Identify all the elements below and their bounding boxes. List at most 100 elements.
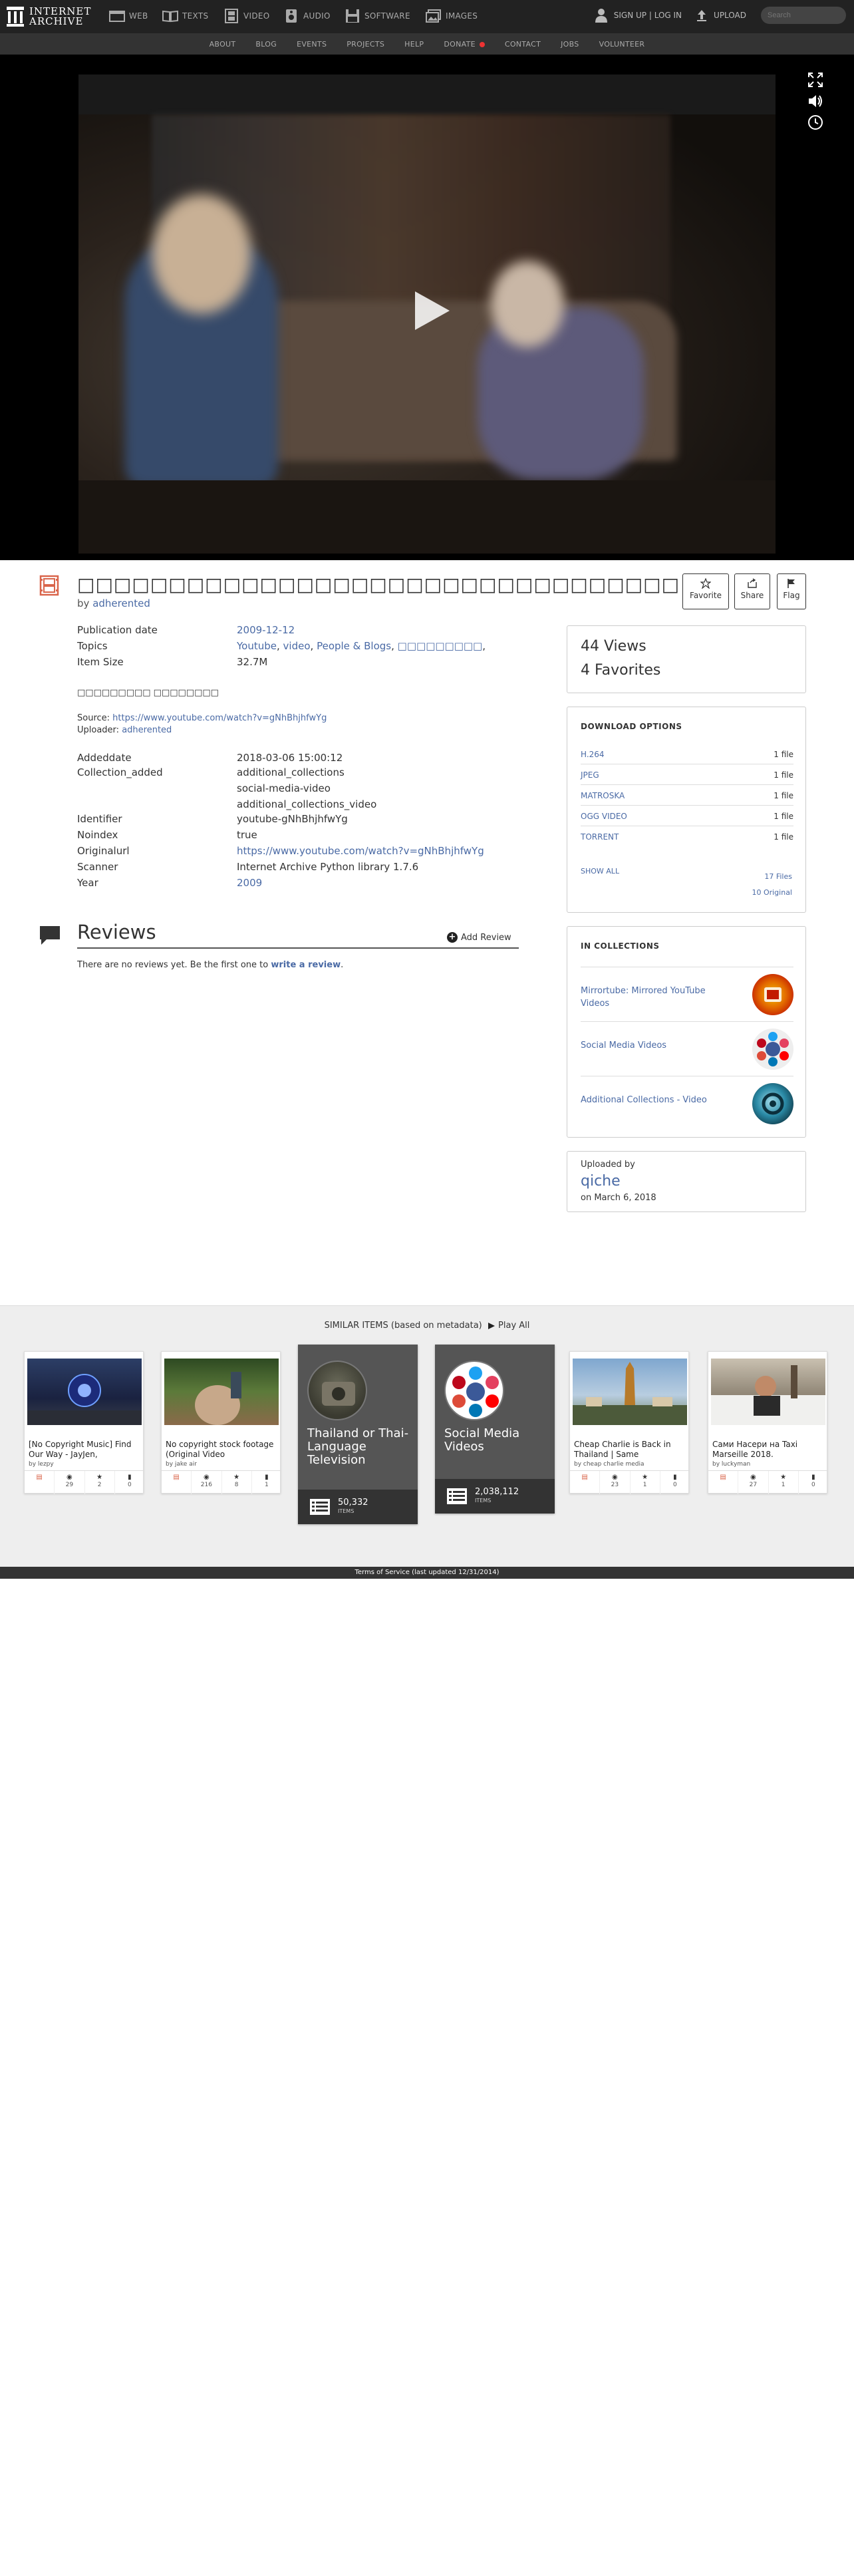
download-row[interactable]: OGG VIDEO 1 file bbox=[581, 806, 793, 826]
download-row[interactable]: MATROSKA 1 file bbox=[581, 786, 793, 806]
nav-video[interactable]: VIDEO bbox=[223, 9, 270, 23]
film-icon: ▤ bbox=[720, 1474, 726, 1481]
subnav-donate[interactable]: DONATE bbox=[444, 40, 485, 49]
reviews-heading: Reviews bbox=[77, 921, 156, 943]
tile-author: by luckyman bbox=[712, 1461, 751, 1468]
in-collections-heading: IN COLLECTIONS bbox=[581, 941, 660, 951]
topic-link[interactable]: video bbox=[283, 640, 311, 652]
subnav-volunteer[interactable]: VOLUNTEER bbox=[599, 40, 645, 49]
volume-icon[interactable] bbox=[807, 93, 823, 109]
nav-texts[interactable]: TEXTS bbox=[162, 9, 208, 23]
play-icon[interactable] bbox=[407, 287, 454, 334]
similar-item-tile[interactable]: [No Copyright Music] Find Our Way - JayJ… bbox=[24, 1351, 144, 1494]
subnav-contact[interactable]: CONTACT bbox=[505, 40, 541, 49]
favorite-button[interactable]: Favorite bbox=[682, 573, 729, 609]
eye-icon: ◉ bbox=[612, 1474, 618, 1481]
share-button[interactable]: Share bbox=[734, 573, 770, 609]
show-all-link[interactable]: SHOW ALL bbox=[581, 867, 619, 876]
collection-thumbnail bbox=[444, 1361, 504, 1420]
floppy-disk-icon bbox=[346, 9, 359, 23]
views-count: 44 Views bbox=[581, 638, 646, 655]
play-all-button[interactable]: Play All bbox=[485, 1321, 529, 1331]
user-icon bbox=[595, 9, 607, 23]
download-options-heading: DOWNLOAD OPTIONS bbox=[581, 722, 682, 731]
speech-bubble-icon bbox=[40, 926, 60, 945]
flag-button[interactable]: Flag bbox=[777, 573, 806, 609]
web-icon bbox=[109, 11, 125, 22]
images-icon bbox=[426, 9, 441, 23]
similar-collection-tile[interactable]: Thailand or Thai-Language Television 50,… bbox=[298, 1345, 418, 1524]
comment-icon: ▮ bbox=[673, 1474, 677, 1481]
collection-count: 2,038,112 bbox=[475, 1487, 519, 1497]
list-icon bbox=[310, 1499, 330, 1515]
star-icon: ★ bbox=[780, 1474, 787, 1481]
favorites-count: 4 Favorites bbox=[581, 662, 661, 679]
tile-thumbnail bbox=[27, 1359, 142, 1425]
additional-collections-thumbnail bbox=[752, 1083, 793, 1124]
similar-items-heading: SIMILAR ITEMS (based on metadata) Play A… bbox=[324, 1321, 530, 1331]
subnav-help[interactable]: HELP bbox=[404, 40, 424, 49]
topic-link[interactable]: □□□□□□□□□ bbox=[398, 640, 483, 652]
list-icon bbox=[447, 1488, 467, 1504]
author-link[interactable]: adherented bbox=[92, 597, 150, 609]
nav-audio[interactable]: AUDIO bbox=[283, 9, 331, 23]
play-icon bbox=[488, 1322, 495, 1329]
video-theater bbox=[0, 55, 854, 560]
collection-item[interactable]: Social Media Videos bbox=[581, 1021, 793, 1076]
subnav-events[interactable]: EVENTS bbox=[297, 40, 327, 49]
tile-author: by cheap charlie media bbox=[574, 1461, 644, 1468]
similar-item-tile[interactable]: No copyright stock footage (Original Vid… bbox=[161, 1351, 281, 1494]
tile-author: by lezpy bbox=[29, 1461, 54, 1468]
download-row[interactable]: TORRENT 1 file bbox=[581, 827, 793, 847]
topic-link[interactable]: Youtube bbox=[237, 640, 277, 652]
similar-item-tile[interactable]: Сами Насери на Taxi Marseille 2018. by l… bbox=[708, 1351, 828, 1494]
signup-login-link[interactable]: SIGN UP | LOG IN bbox=[614, 11, 682, 20]
clock-icon[interactable] bbox=[807, 114, 823, 130]
add-review-button[interactable]: + Add Review bbox=[447, 932, 511, 943]
internet-archive-logo[interactable]: INTERNET ARCHIVE bbox=[7, 5, 91, 28]
total-files-link[interactable]: 17 Files bbox=[764, 872, 792, 881]
star-icon: ★ bbox=[233, 1474, 240, 1481]
video-player[interactable] bbox=[78, 75, 776, 554]
publication-date-link[interactable]: 2009-12-12 bbox=[237, 624, 295, 636]
uploader-link[interactable]: adherented bbox=[122, 725, 172, 735]
subnav-about[interactable]: ABOUT bbox=[210, 40, 236, 49]
year-link[interactable]: 2009 bbox=[237, 877, 262, 889]
social-media-thumbnail bbox=[752, 1029, 793, 1070]
nav-images[interactable]: IMAGES bbox=[426, 9, 478, 23]
subnav-blog[interactable]: BLOG bbox=[255, 40, 277, 49]
stats-box: 44 Views 4 Favorites bbox=[567, 625, 806, 693]
footer-terms-link[interactable]: Terms of Service (last updated 12/31/201… bbox=[0, 1567, 854, 1579]
film-icon: ▤ bbox=[36, 1474, 43, 1481]
fullscreen-icon[interactable] bbox=[807, 72, 823, 88]
film-icon bbox=[225, 9, 238, 23]
upload-icon bbox=[697, 10, 707, 21]
write-review-link[interactable]: write a review bbox=[271, 960, 341, 970]
source-link[interactable]: https://www.youtube.com/watch?v=gNhBhjhf… bbox=[112, 713, 327, 723]
mirrortube-thumbnail bbox=[752, 974, 793, 1015]
download-row[interactable]: H.264 1 file bbox=[581, 744, 793, 764]
subnav-projects[interactable]: PROJECTS bbox=[347, 40, 384, 49]
tile-title: [No Copyright Music] Find Our Way - JayJ… bbox=[29, 1440, 132, 1459]
nav-web[interactable]: WEB bbox=[109, 9, 148, 23]
uploader-name-link[interactable]: qiche bbox=[581, 1173, 621, 1190]
film-icon: ▤ bbox=[581, 1474, 588, 1481]
upload-link[interactable]: UPLOAD bbox=[714, 11, 746, 20]
tile-thumbnail bbox=[573, 1359, 687, 1425]
search-input[interactable] bbox=[761, 7, 846, 24]
similar-collection-tile[interactable]: Social Media Videos 2,038,112 ITEMS bbox=[435, 1345, 555, 1514]
collection-item[interactable]: Mirrortube: Mirrored YouTube Videos bbox=[581, 967, 793, 1021]
originalurl-link[interactable]: https://www.youtube.com/watch?v=gNhBhjhf… bbox=[237, 845, 484, 857]
original-files-link[interactable]: 10 Original bbox=[752, 888, 792, 897]
subnav-jobs[interactable]: JOBS bbox=[561, 40, 579, 49]
collection-name: Thailand or Thai-Language Television bbox=[307, 1426, 409, 1467]
similar-item-tile[interactable]: Cheap Charlie is Back in Thailand | Same… bbox=[569, 1351, 690, 1494]
nav-software[interactable]: SOFTWARE bbox=[345, 9, 410, 23]
download-row[interactable]: JPEG 1 file bbox=[581, 765, 793, 785]
tile-thumbnail bbox=[164, 1359, 279, 1425]
secondary-navigation: ABOUT BLOG EVENTS PROJECTS HELP DONATE C… bbox=[0, 33, 854, 55]
eye-icon: ◉ bbox=[204, 1474, 210, 1481]
collection-item[interactable]: Additional Collections - Video bbox=[581, 1076, 793, 1130]
topic-link[interactable]: People & Blogs bbox=[317, 640, 391, 652]
film-icon bbox=[39, 575, 59, 596]
